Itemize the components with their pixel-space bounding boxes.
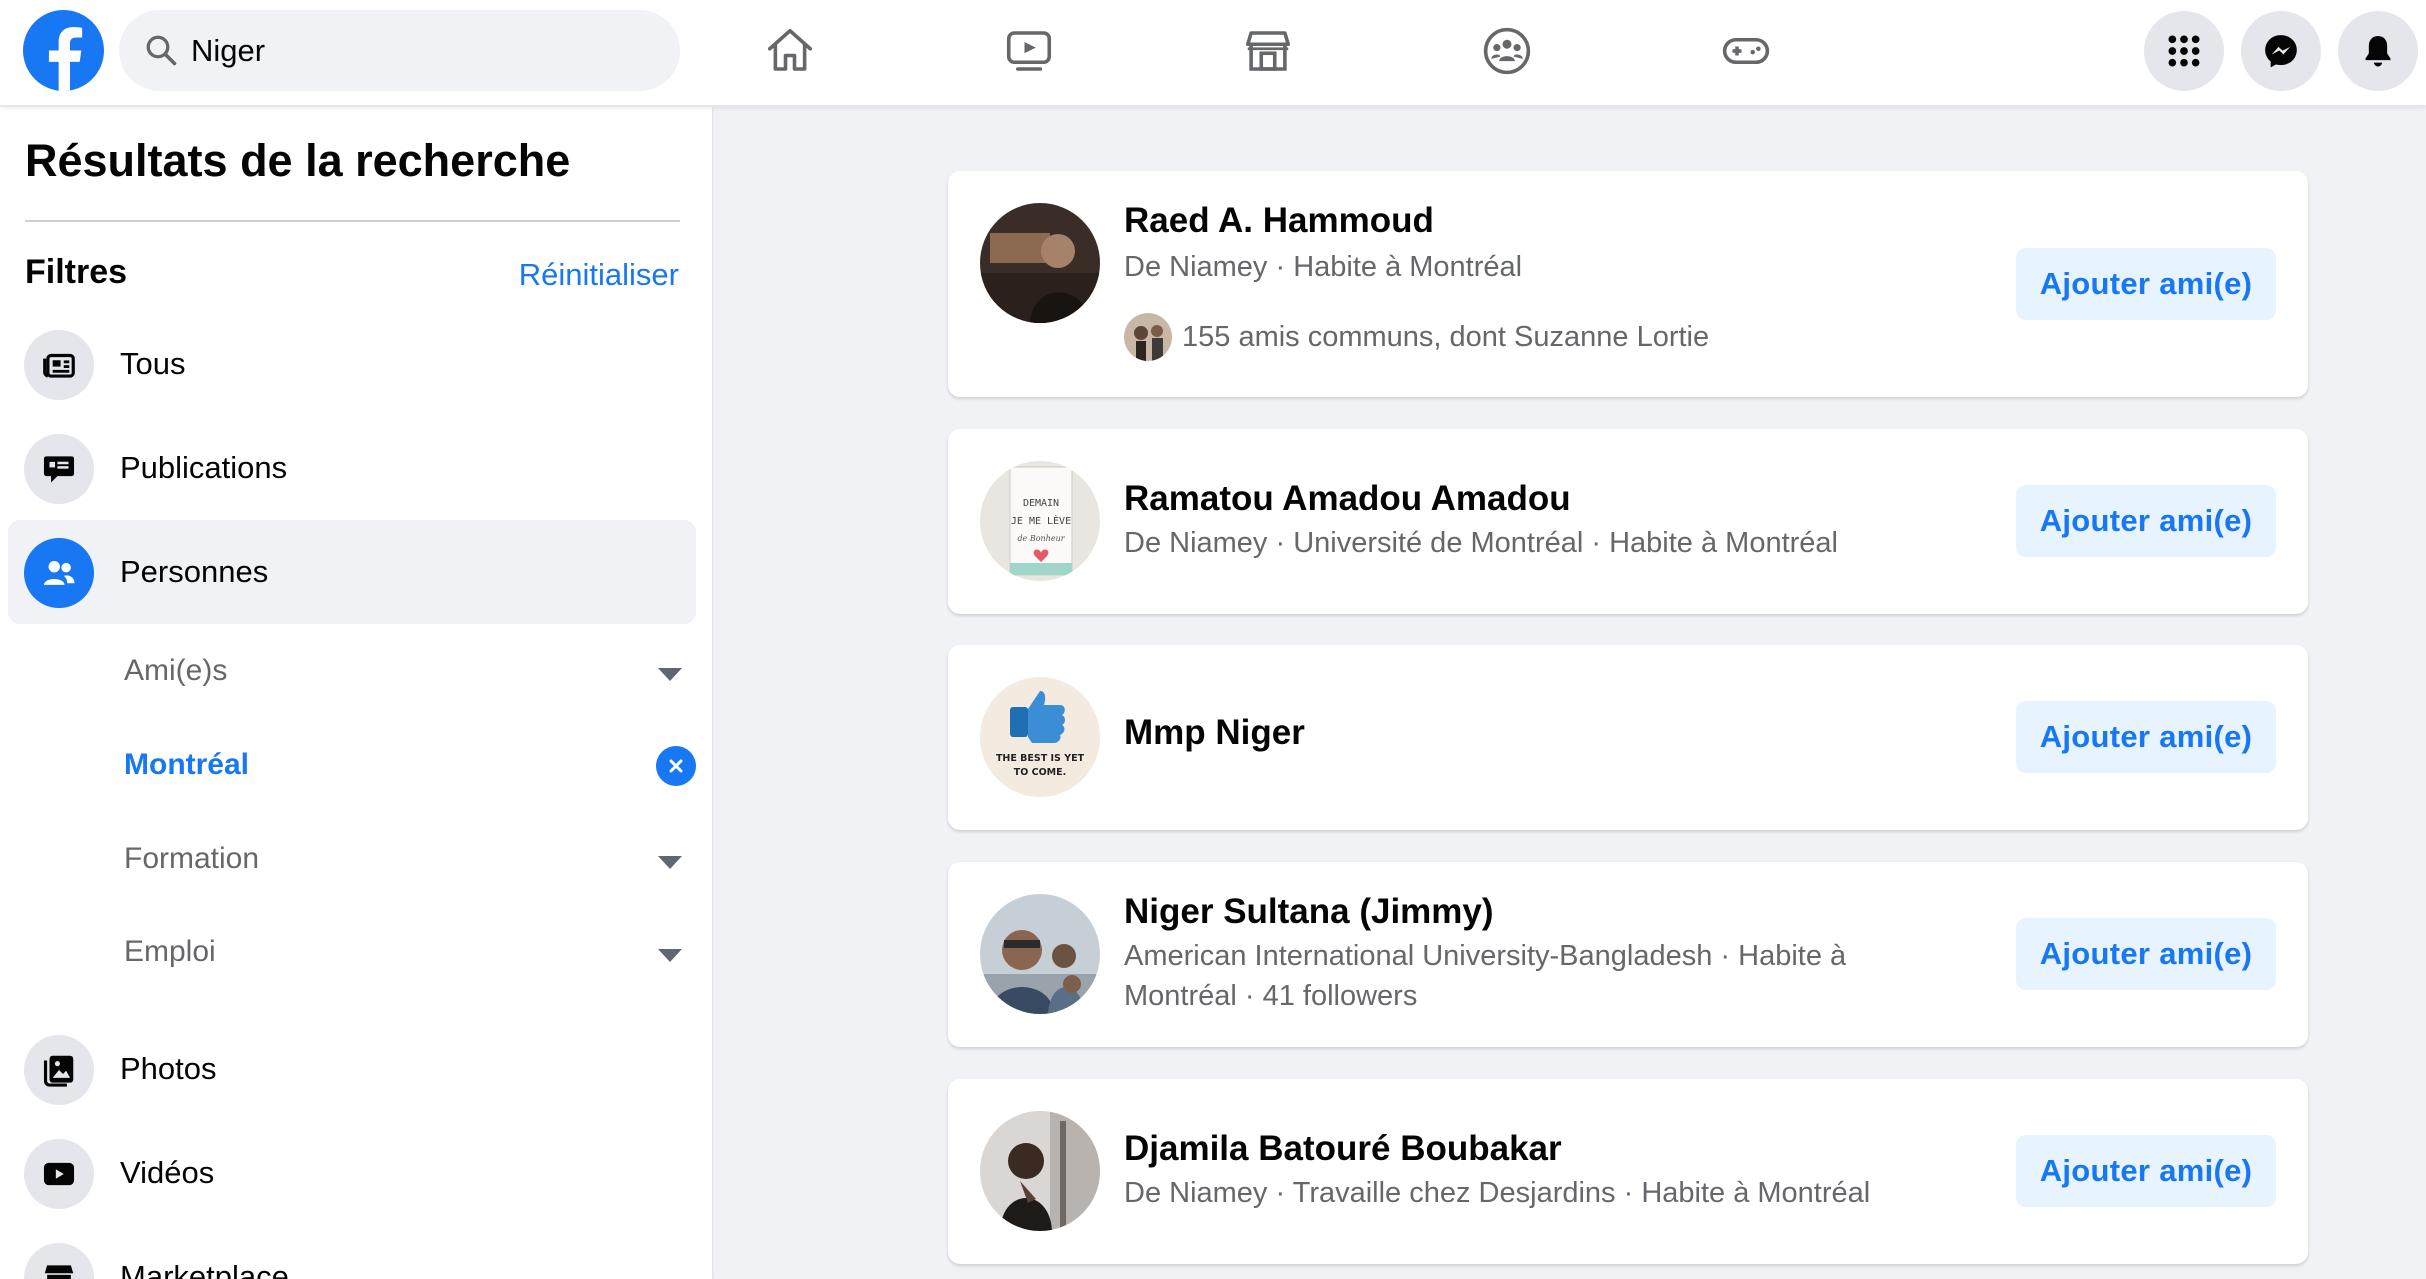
subfilter-label: Formation	[124, 842, 260, 875]
sidebar-item-marketplace[interactable]: Marketplace	[8, 1225, 696, 1279]
photos-icon	[24, 1035, 94, 1105]
caret-down-icon	[658, 949, 682, 962]
add-friend-button[interactable]: Ajouter ami(e)	[2016, 248, 2276, 320]
posts-icon	[24, 434, 94, 504]
search-box	[119, 10, 680, 91]
search-input[interactable]	[191, 10, 661, 91]
clear-filter-icon[interactable]	[656, 746, 696, 786]
result-card: Raed A. Hammoud De Niamey · Habite à Mon…	[948, 171, 2308, 397]
groups-icon[interactable]	[1472, 16, 1542, 86]
avatar-caption: JE ME LÈVE	[1011, 514, 1071, 527]
video-icon	[24, 1139, 94, 1209]
add-friend-button[interactable]: Ajouter ami(e)	[2016, 485, 2276, 557]
mutual-friends-text: 155 amis communs, dont Suzanne Lortie	[1182, 320, 1710, 353]
person-name[interactable]: Mmp Niger	[1124, 713, 1305, 753]
search-filters-sidebar: Résultats de la recherche Filtres Réinit…	[0, 107, 712, 1279]
sidebar-item-posts[interactable]: Publications	[8, 416, 696, 520]
subfilter-label: Montréal	[124, 748, 250, 781]
top-navigation-bar	[0, 0, 2426, 107]
person-name[interactable]: Niger Sultana (Jimmy)	[1124, 892, 1494, 932]
subfilter-education[interactable]: Formation	[124, 820, 684, 900]
avatar[interactable]	[980, 203, 1100, 323]
filters-heading: Filtres	[25, 253, 128, 291]
notifications-bell-icon[interactable]	[2338, 11, 2418, 91]
subfilter-label: Ami(e)s	[124, 654, 228, 687]
marketplace-icon	[24, 1243, 94, 1279]
search-icon	[146, 35, 177, 66]
avatar-caption: TO COME.	[1014, 767, 1066, 778]
result-card: THE BEST IS YET TO COME. Mmp Niger Ajout…	[948, 645, 2308, 830]
sidebar-item-label: Photos	[120, 1051, 217, 1086]
sidebar-item-label: Publications	[120, 450, 288, 485]
avatar[interactable]: THE BEST IS YET TO COME.	[980, 677, 1100, 797]
caret-down-icon	[658, 856, 682, 869]
result-card: Djamila Batouré Boubakar De Niamey · Tra…	[948, 1079, 2308, 1264]
sidebar-item-photos[interactable]: Photos	[8, 1017, 696, 1121]
avatar-caption: DEMAIN	[1023, 498, 1059, 509]
avatar[interactable]	[980, 1111, 1100, 1231]
avatar[interactable]: DEMAIN JE ME LÈVE de Bonheur	[980, 461, 1100, 581]
subfilter-label: Emploi	[124, 935, 216, 968]
person-details: American International University-Bangla…	[1124, 940, 1847, 1012]
person-name[interactable]: Ramatou Amadou Amadou	[1124, 479, 1571, 519]
sidebar-item-label: Personnes	[120, 554, 269, 589]
watch-video-icon[interactable]	[994, 16, 1064, 86]
avatar-caption: THE BEST IS YET	[996, 753, 1085, 764]
subfilter-friends[interactable]: Ami(e)s	[124, 632, 684, 712]
messenger-icon[interactable]	[2241, 11, 2321, 91]
divider	[25, 220, 680, 222]
person-details: De Niamey · Université de Montréal · Hab…	[1124, 527, 1838, 559]
reset-filters-link[interactable]: Réinitialiser	[519, 257, 679, 293]
caret-down-icon	[658, 668, 682, 681]
sidebar-item-label: Vidéos	[120, 1155, 215, 1190]
home-icon[interactable]	[755, 16, 825, 86]
page-title: Résultats de la recherche	[25, 135, 571, 186]
add-friend-button[interactable]: Ajouter ami(e)	[2016, 701, 2276, 773]
sidebar-item-label: Marketplace	[120, 1259, 289, 1279]
person-name[interactable]: Djamila Batouré Boubakar	[1124, 1129, 1562, 1169]
sidebar-item-label: Tous	[120, 346, 186, 381]
add-friend-button[interactable]: Ajouter ami(e)	[2016, 918, 2276, 990]
subfilter-city[interactable]: Montréal	[124, 726, 696, 806]
add-friend-button[interactable]: Ajouter ami(e)	[2016, 1135, 2276, 1207]
sidebar-item-videos[interactable]: Vidéos	[8, 1121, 696, 1225]
mutual-friends[interactable]: 155 amis communs, dont Suzanne Lortie	[1124, 313, 1709, 361]
sidebar-item-people[interactable]: Personnes	[8, 520, 696, 624]
avatar[interactable]	[980, 894, 1100, 1014]
result-card: Niger Sultana (Jimmy) American Internati…	[948, 862, 2308, 1047]
search-results-icon	[24, 330, 94, 400]
subfilter-work[interactable]: Emploi	[124, 913, 684, 993]
person-details: De Niamey · Travaille chez Desjardins · …	[1124, 1177, 1871, 1209]
gaming-controller-icon[interactable]	[1711, 16, 1781, 86]
result-card: DEMAIN JE ME LÈVE de Bonheur Ramatou Ama…	[948, 429, 2308, 614]
person-name[interactable]: Raed A. Hammoud	[1124, 201, 1434, 241]
person-details: De Niamey · Habite à Montréal	[1124, 251, 1523, 283]
avatar-caption: de Bonheur	[1017, 534, 1065, 543]
facebook-logo-icon[interactable]	[23, 10, 104, 91]
people-icon	[24, 538, 94, 608]
mutual-friend-avatar	[1124, 313, 1172, 361]
menu-grid-icon[interactable]	[2144, 11, 2224, 91]
marketplace-store-icon[interactable]	[1233, 16, 1303, 86]
sidebar-item-all[interactable]: Tous	[8, 312, 696, 416]
